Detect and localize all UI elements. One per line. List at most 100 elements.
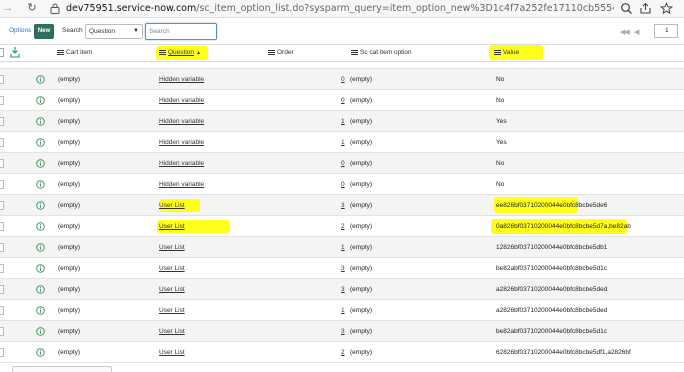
- select-all-checkbox[interactable]: [0, 48, 4, 57]
- row-checkbox[interactable]: [0, 285, 4, 294]
- column-header-cart-item[interactable]: Cart item: [57, 49, 92, 56]
- cell-question-link[interactable]: User List: [159, 244, 185, 251]
- info-icon[interactable]: [36, 201, 45, 210]
- info-icon[interactable]: [36, 306, 45, 315]
- zoom-icon[interactable]: [620, 2, 633, 15]
- info-icon[interactable]: [36, 180, 45, 189]
- cell-order-link[interactable]: 0: [341, 160, 345, 167]
- search-field-select[interactable]: Question ▼: [85, 24, 143, 39]
- cell-question-link[interactable]: Hidden variable: [159, 97, 204, 104]
- table-row[interactable]: (empty) User List 3 (empty) ee826bf03710…: [0, 195, 684, 216]
- table-row[interactable]: (empty) Hidden variable 1 (empty) Yes: [0, 111, 684, 132]
- info-icon[interactable]: [36, 285, 45, 294]
- cell-order-link[interactable]: 1: [341, 307, 345, 314]
- row-checkbox[interactable]: [0, 159, 4, 168]
- row-checkbox[interactable]: [0, 327, 4, 336]
- table-row[interactable]: (empty) User List 3 (empty) a2826bf03710…: [0, 279, 684, 300]
- share-icon[interactable]: [639, 2, 652, 15]
- info-icon[interactable]: [36, 348, 45, 357]
- cell-question-link[interactable]: User List: [159, 202, 185, 209]
- cell-sc-cat-item-option: (empty): [350, 349, 373, 356]
- cell-order-link[interactable]: 3: [341, 328, 345, 335]
- cell-question-link[interactable]: Hidden variable: [159, 76, 204, 83]
- cell-question-link[interactable]: User List: [159, 223, 185, 230]
- row-checkbox[interactable]: [0, 348, 4, 357]
- info-icon[interactable]: [36, 117, 45, 126]
- horizontal-scrollbar[interactable]: [12, 366, 112, 372]
- table-row[interactable]: (empty) User List 3 (empty) be82abf03710…: [0, 321, 684, 342]
- cell-question-link[interactable]: User List: [159, 265, 185, 272]
- column-header-sc-cat-item-option[interactable]: Sc cat item option: [351, 49, 412, 56]
- cell-order-link[interactable]: 2: [341, 223, 345, 230]
- new-button[interactable]: New: [34, 24, 54, 39]
- table-row[interactable]: (empty) Hidden variable 0 (empty) No: [0, 153, 684, 174]
- column-menu-icon[interactable]: [57, 49, 64, 55]
- row-checkbox[interactable]: [0, 96, 4, 105]
- info-icon[interactable]: [36, 327, 45, 336]
- search-input[interactable]: [145, 23, 217, 40]
- options-link[interactable]: Options: [9, 27, 31, 34]
- table-row[interactable]: (empty) User List 3 (empty) be82abf03710…: [0, 258, 684, 279]
- cell-question-link[interactable]: Hidden variable: [159, 160, 204, 167]
- column-menu-icon[interactable]: [159, 49, 166, 55]
- row-checkbox[interactable]: [0, 201, 4, 210]
- row-checkbox[interactable]: [0, 75, 4, 84]
- cell-order-link[interactable]: 1: [341, 244, 345, 251]
- column-header-value[interactable]: Value: [494, 49, 519, 56]
- table-row[interactable]: (empty) User List 1 (empty) a2826bf03710…: [0, 300, 684, 321]
- table-row[interactable]: (empty) Hidden variable 1 (empty) Yes: [0, 132, 684, 153]
- cell-order-link[interactable]: 3: [341, 265, 345, 272]
- column-menu-icon[interactable]: [351, 49, 358, 55]
- table-row[interactable]: (empty) Hidden variable 0 (empty) No: [0, 174, 684, 195]
- info-icon[interactable]: [36, 75, 45, 84]
- back-arrow-icon[interactable]: →: [2, 2, 14, 15]
- cell-order-link[interactable]: 2: [341, 349, 345, 356]
- chevron-down-icon: ▼: [133, 28, 139, 34]
- cell-question-link[interactable]: User List: [159, 307, 185, 314]
- table-row[interactable]: (empty) User List 2 (empty) 0a826bf03710…: [0, 216, 684, 237]
- table-row[interactable]: (empty) Hidden variable 0 (empty) No: [0, 69, 684, 90]
- cell-question-link[interactable]: Hidden variable: [159, 181, 204, 188]
- cell-order-link[interactable]: 3: [341, 202, 345, 209]
- info-icon[interactable]: [36, 243, 45, 252]
- column-label: Question: [168, 49, 195, 56]
- table-row[interactable]: (empty) User List 1 (empty) 12826bf03710…: [0, 237, 684, 258]
- site-info-icon[interactable]: [50, 3, 60, 14]
- cell-order-link[interactable]: 3: [341, 286, 345, 293]
- cell-question-link[interactable]: Hidden variable: [159, 118, 204, 125]
- row-checkbox[interactable]: [0, 117, 4, 126]
- info-icon[interactable]: [36, 138, 45, 147]
- previous-page-icon[interactable]: ◀: [634, 28, 639, 36]
- first-page-icon[interactable]: ◀◀: [620, 28, 630, 36]
- table-row[interactable]: (empty) User List 2 (empty) 62826bf03710…: [0, 342, 684, 363]
- cell-question-link[interactable]: User List: [159, 328, 185, 335]
- url-field[interactable]: dev75951.service-now.com/sc_item_option_…: [66, 1, 614, 17]
- info-icon[interactable]: [36, 96, 45, 105]
- cell-question-link[interactable]: User List: [159, 286, 185, 293]
- cell-order-link[interactable]: 1: [341, 118, 345, 125]
- reload-icon[interactable]: ↻: [26, 2, 38, 15]
- info-icon[interactable]: [36, 264, 45, 273]
- page-number-field[interactable]: 1: [654, 24, 678, 38]
- column-header-order[interactable]: Order: [268, 49, 294, 56]
- cell-order-link[interactable]: 0: [341, 181, 345, 188]
- table-row[interactable]: (empty) Hidden variable 0 (empty) No: [0, 90, 684, 111]
- column-menu-icon[interactable]: [494, 49, 501, 55]
- column-menu-icon[interactable]: [268, 49, 275, 55]
- cell-order-link[interactable]: 1: [341, 139, 345, 146]
- row-checkbox[interactable]: [0, 243, 4, 252]
- bookmark-star-icon[interactable]: [660, 2, 673, 15]
- cell-question-link[interactable]: User List: [159, 349, 185, 356]
- personalize-list-icon[interactable]: [10, 46, 20, 58]
- cell-order-link[interactable]: 0: [341, 76, 345, 83]
- info-icon[interactable]: [36, 222, 45, 231]
- cell-question-link[interactable]: Hidden variable: [159, 139, 204, 146]
- row-checkbox[interactable]: [0, 264, 4, 273]
- column-header-question[interactable]: Question ▲: [159, 49, 201, 56]
- row-checkbox[interactable]: [0, 138, 4, 147]
- row-checkbox[interactable]: [0, 306, 4, 315]
- row-checkbox[interactable]: [0, 180, 4, 189]
- cell-order-link[interactable]: 0: [341, 97, 345, 104]
- info-icon[interactable]: [36, 159, 45, 168]
- row-checkbox[interactable]: [0, 222, 4, 231]
